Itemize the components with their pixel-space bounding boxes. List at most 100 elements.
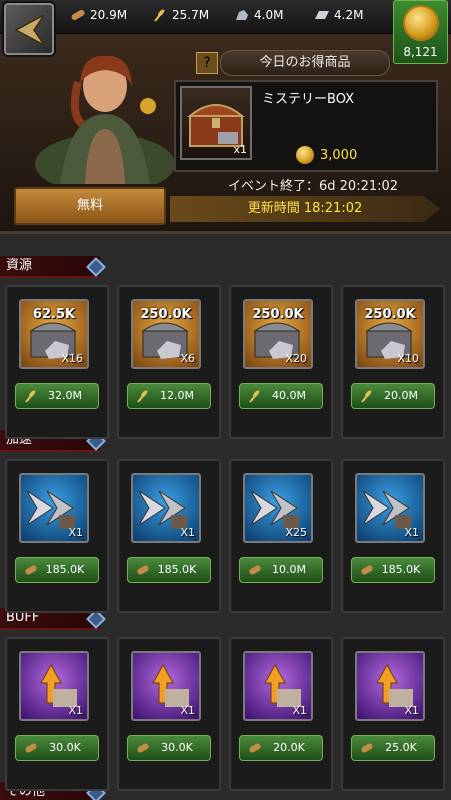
- wood-log-icon: [361, 565, 373, 575]
- gold-coin-icon: [296, 146, 314, 164]
- buff-item-card[interactable]: X1 20.0K: [229, 637, 333, 791]
- item-price: 10.0M: [272, 563, 306, 576]
- resources-item-card[interactable]: 250.0K X6 12.0M: [117, 285, 221, 439]
- item-thumbnail[interactable]: X1: [355, 651, 425, 721]
- item-quantity: X10: [397, 352, 419, 365]
- item-thumbnail[interactable]: X1: [355, 473, 425, 543]
- daily-deal-title: 今日のお得商品: [220, 50, 390, 76]
- buff-item-card[interactable]: X1 25.0K: [341, 637, 445, 791]
- deal-item-name: ミステリーBOX: [262, 92, 354, 107]
- item-thumbnail[interactable]: X1: [19, 651, 89, 721]
- gold-coin-icon: [403, 5, 439, 41]
- wheat-icon: [25, 390, 36, 403]
- wood-log-icon: [25, 743, 37, 753]
- item-thumbnail[interactable]: 250.0K X6: [131, 299, 201, 369]
- refresh-timer: 更新時間 18:21:02: [170, 196, 440, 222]
- iron-bar-icon: [315, 11, 329, 19]
- wheat-icon: [249, 390, 260, 403]
- item-price: 32.0M: [48, 389, 82, 402]
- item-amount: 250.0K: [364, 307, 416, 322]
- item-price: 30.0K: [49, 741, 81, 754]
- item-amount: 250.0K: [252, 307, 304, 322]
- wheat-icon: [154, 9, 165, 22]
- buy-button[interactable]: 20.0K: [239, 735, 323, 761]
- back-button[interactable]: [4, 3, 54, 55]
- mystery-box-qty: x1: [233, 143, 247, 156]
- deal-price: 3,000: [296, 146, 357, 164]
- wood-log-icon: [249, 743, 261, 753]
- resource-wood-value: 20.9M: [90, 8, 128, 22]
- buy-button[interactable]: 25.0K: [351, 735, 435, 761]
- item-quantity: X1: [404, 526, 419, 539]
- item-amount: 62.5K: [32, 307, 76, 322]
- wood-log-icon: [25, 565, 37, 575]
- resources-item-card[interactable]: 250.0K X20 40.0M: [229, 285, 333, 439]
- item-price: 25.0K: [385, 741, 417, 754]
- item-quantity: X16: [61, 352, 83, 365]
- buy-button[interactable]: 30.0K: [127, 735, 211, 761]
- wheat-icon: [137, 390, 148, 403]
- item-price: 185.0K: [381, 563, 421, 576]
- item-quantity: X1: [68, 526, 83, 539]
- item-quantity: X20: [285, 352, 307, 365]
- wood-log-icon: [361, 743, 373, 753]
- speedup-item-card[interactable]: X1 185.0K: [5, 459, 109, 613]
- item-price: 185.0K: [45, 563, 85, 576]
- item-thumbnail[interactable]: X1: [131, 651, 201, 721]
- gold-amount: 8,121: [403, 45, 438, 59]
- wood-log-icon: [137, 565, 149, 575]
- wheat-icon: [361, 390, 372, 403]
- mystery-box-slot[interactable]: x1: [180, 86, 252, 160]
- deal-price-value: 3,000: [320, 147, 358, 163]
- item-quantity: X1: [180, 704, 195, 717]
- speedup-item-card[interactable]: X25 10.0M: [229, 459, 333, 613]
- resources-item-card[interactable]: 250.0K X10 20.0M: [341, 285, 445, 439]
- speedup-item-card[interactable]: X1 185.0K: [341, 459, 445, 613]
- item-thumbnail[interactable]: 250.0K X20: [243, 299, 313, 369]
- resource-wheat-value: 25.7M: [172, 8, 210, 22]
- item-price: 30.0K: [161, 741, 193, 754]
- free-button[interactable]: 無料: [14, 187, 166, 225]
- buy-button[interactable]: 185.0K: [127, 557, 211, 583]
- item-price: 20.0M: [384, 389, 418, 402]
- resource-wheat: 25.7M: [152, 8, 209, 22]
- item-quantity: X1: [404, 704, 419, 717]
- buy-button[interactable]: 32.0M: [15, 383, 99, 409]
- buff-item-card[interactable]: X1 30.0K: [117, 637, 221, 791]
- item-quantity: X6: [180, 352, 195, 365]
- item-thumbnail[interactable]: X1: [243, 651, 313, 721]
- buy-button[interactable]: 12.0M: [127, 383, 211, 409]
- item-thumbnail[interactable]: 250.0K X10: [355, 299, 425, 369]
- item-price: 40.0M: [272, 389, 306, 402]
- buy-button[interactable]: 40.0M: [239, 383, 323, 409]
- item-thumbnail[interactable]: 62.5K X16: [19, 299, 89, 369]
- top-resource-bar: 20.9M 25.7M 4.0M 4.2M: [0, 0, 451, 34]
- item-quantity: X1: [68, 704, 83, 717]
- buy-button[interactable]: 10.0M: [239, 557, 323, 583]
- item-quantity: X1: [292, 704, 307, 717]
- back-arrow-icon: [14, 14, 45, 46]
- speedup-item-card[interactable]: X1 185.0K: [117, 459, 221, 613]
- buy-button[interactable]: 185.0K: [351, 557, 435, 583]
- buff-item-card[interactable]: X1 30.0K: [5, 637, 109, 791]
- item-price: 185.0K: [157, 563, 197, 576]
- gold-purchase-button[interactable]: 8,121: [393, 0, 448, 64]
- item-thumbnail[interactable]: X25: [243, 473, 313, 543]
- wood-log-icon: [137, 743, 149, 753]
- buy-button[interactable]: 20.0M: [351, 383, 435, 409]
- help-button[interactable]: ?: [196, 52, 218, 74]
- wood-log-icon: [249, 565, 261, 575]
- buy-button[interactable]: 30.0K: [15, 735, 99, 761]
- item-amount: 250.0K: [140, 307, 192, 322]
- resource-stone-value: 4.0M: [254, 8, 284, 22]
- item-quantity: X25: [285, 526, 307, 539]
- item-thumbnail[interactable]: X1: [131, 473, 201, 543]
- resource-iron-value: 4.2M: [334, 8, 364, 22]
- buy-button[interactable]: 185.0K: [15, 557, 99, 583]
- stone-ore-icon: [236, 10, 248, 20]
- item-thumbnail[interactable]: X1: [19, 473, 89, 543]
- merchant-character-portrait: [35, 55, 175, 184]
- wood-log-icon: [71, 10, 85, 20]
- resource-stone: 4.0M: [234, 8, 283, 22]
- resources-item-card[interactable]: 62.5K X16 32.0M: [5, 285, 109, 439]
